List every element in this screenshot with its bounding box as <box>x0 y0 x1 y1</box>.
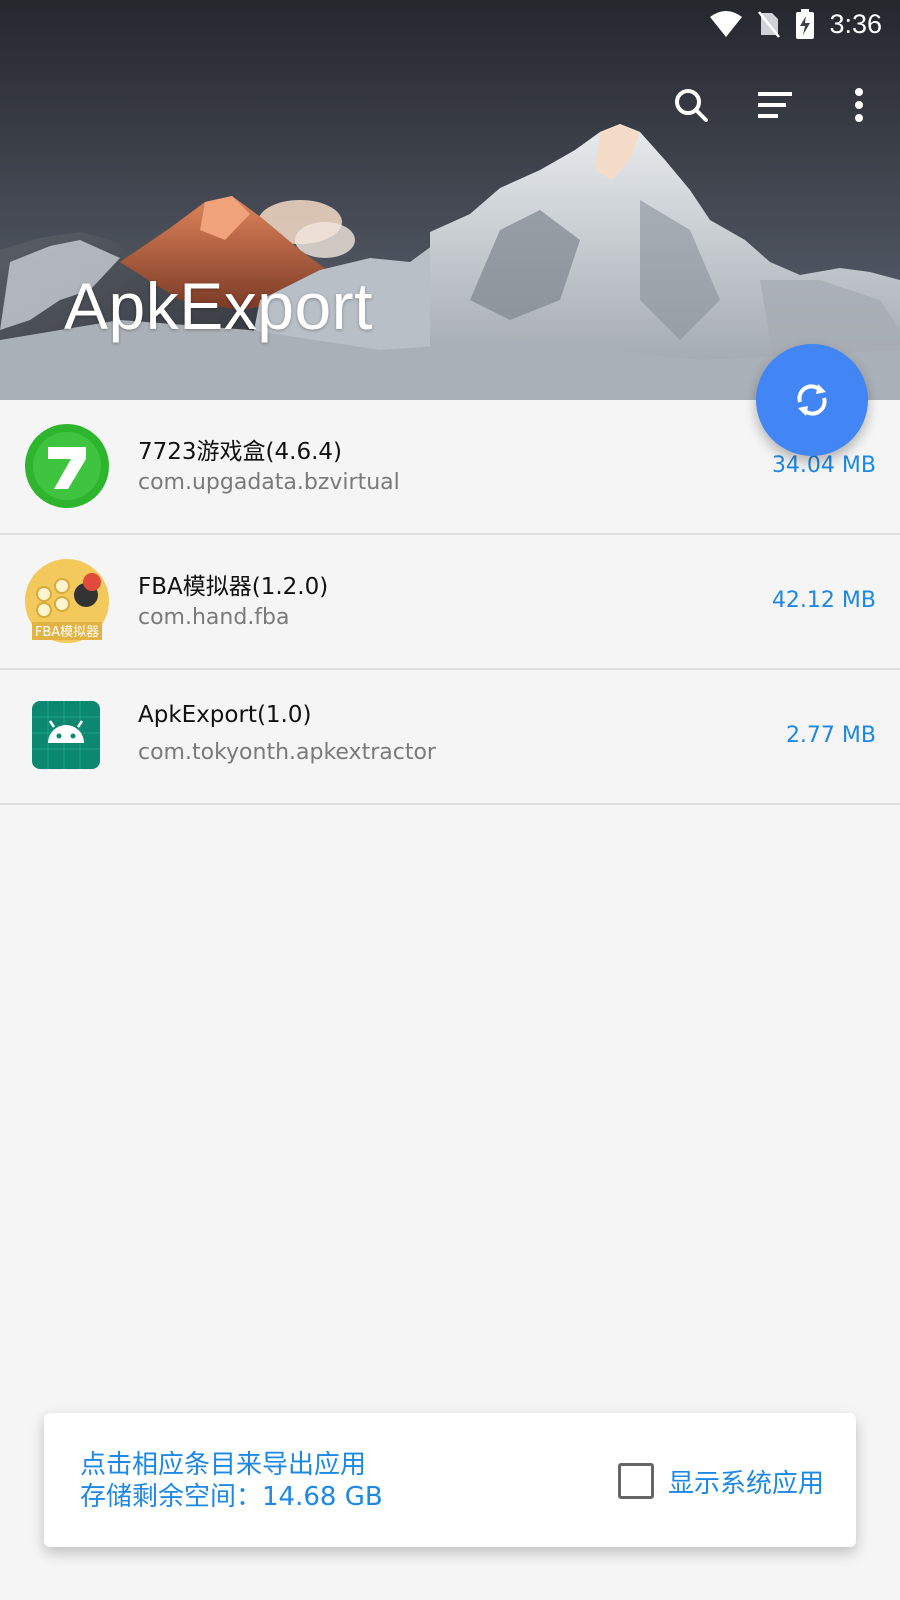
app-list: 7723游戏盒(4.6.4) com.upgadata.bzvirtual 34… <box>0 400 900 805</box>
show-system-apps-label[interactable]: 显示系统应用 <box>668 1463 824 1500</box>
status-time: 3:36 <box>829 8 882 39</box>
app-package: com.tokyonth.apkextractor <box>138 740 436 765</box>
header-banner: 3:36 ApkExport <box>0 0 900 400</box>
android-icon <box>24 693 110 779</box>
app-fba-icon-text: FBA模拟器 <box>35 625 99 640</box>
app-package: com.hand.fba <box>138 605 290 630</box>
list-item[interactable]: ApkExport(1.0) com.tokyonth.apkextractor… <box>0 670 900 805</box>
page-title: ApkExport <box>64 269 373 343</box>
refresh-icon <box>797 384 827 416</box>
more-options-button[interactable] <box>832 78 886 132</box>
sort-button[interactable] <box>748 78 802 132</box>
search-button[interactable] <box>664 78 718 132</box>
info-card: 点击相应条目来导出应用 存储剩余空间：14.68 GB 显示系统应用 <box>44 1413 856 1547</box>
no-sim-icon <box>757 10 781 38</box>
search-icon <box>675 89 708 122</box>
battery-charging-icon <box>795 8 815 40</box>
toolbar <box>664 78 886 132</box>
refresh-fab[interactable] <box>756 344 868 456</box>
wifi-icon <box>709 10 743 38</box>
show-system-apps-checkbox[interactable] <box>618 1463 654 1499</box>
app-package: com.upgadata.bzvirtual <box>138 470 400 495</box>
app-size: 42.12 MB <box>771 588 876 613</box>
app-name: FBA模拟器(1.2.0) <box>138 574 329 600</box>
status-bar: 3:36 <box>709 0 900 48</box>
sort-icon <box>758 92 792 118</box>
app-size: 2.77 MB <box>785 723 876 748</box>
app-name: 7723游戏盒(4.6.4) <box>138 439 343 465</box>
app-7723-icon <box>24 423 110 509</box>
list-item[interactable]: FBA模拟器 FBA模拟器(1.2.0) com.hand.fba 42.12 … <box>0 535 900 670</box>
storage-remaining: 存储剩余空间：14.68 GB <box>80 1482 383 1512</box>
app-name: ApkExport(1.0) <box>138 702 312 728</box>
app-fba-icon: FBA模拟器 <box>24 558 110 644</box>
more-vert-icon <box>855 88 863 122</box>
info-text: 点击相应条目来导出应用 存储剩余空间：14.68 GB <box>80 1449 383 1513</box>
app-size: 34.04 MB <box>771 453 876 478</box>
export-hint: 点击相应条目来导出应用 <box>80 1450 367 1480</box>
